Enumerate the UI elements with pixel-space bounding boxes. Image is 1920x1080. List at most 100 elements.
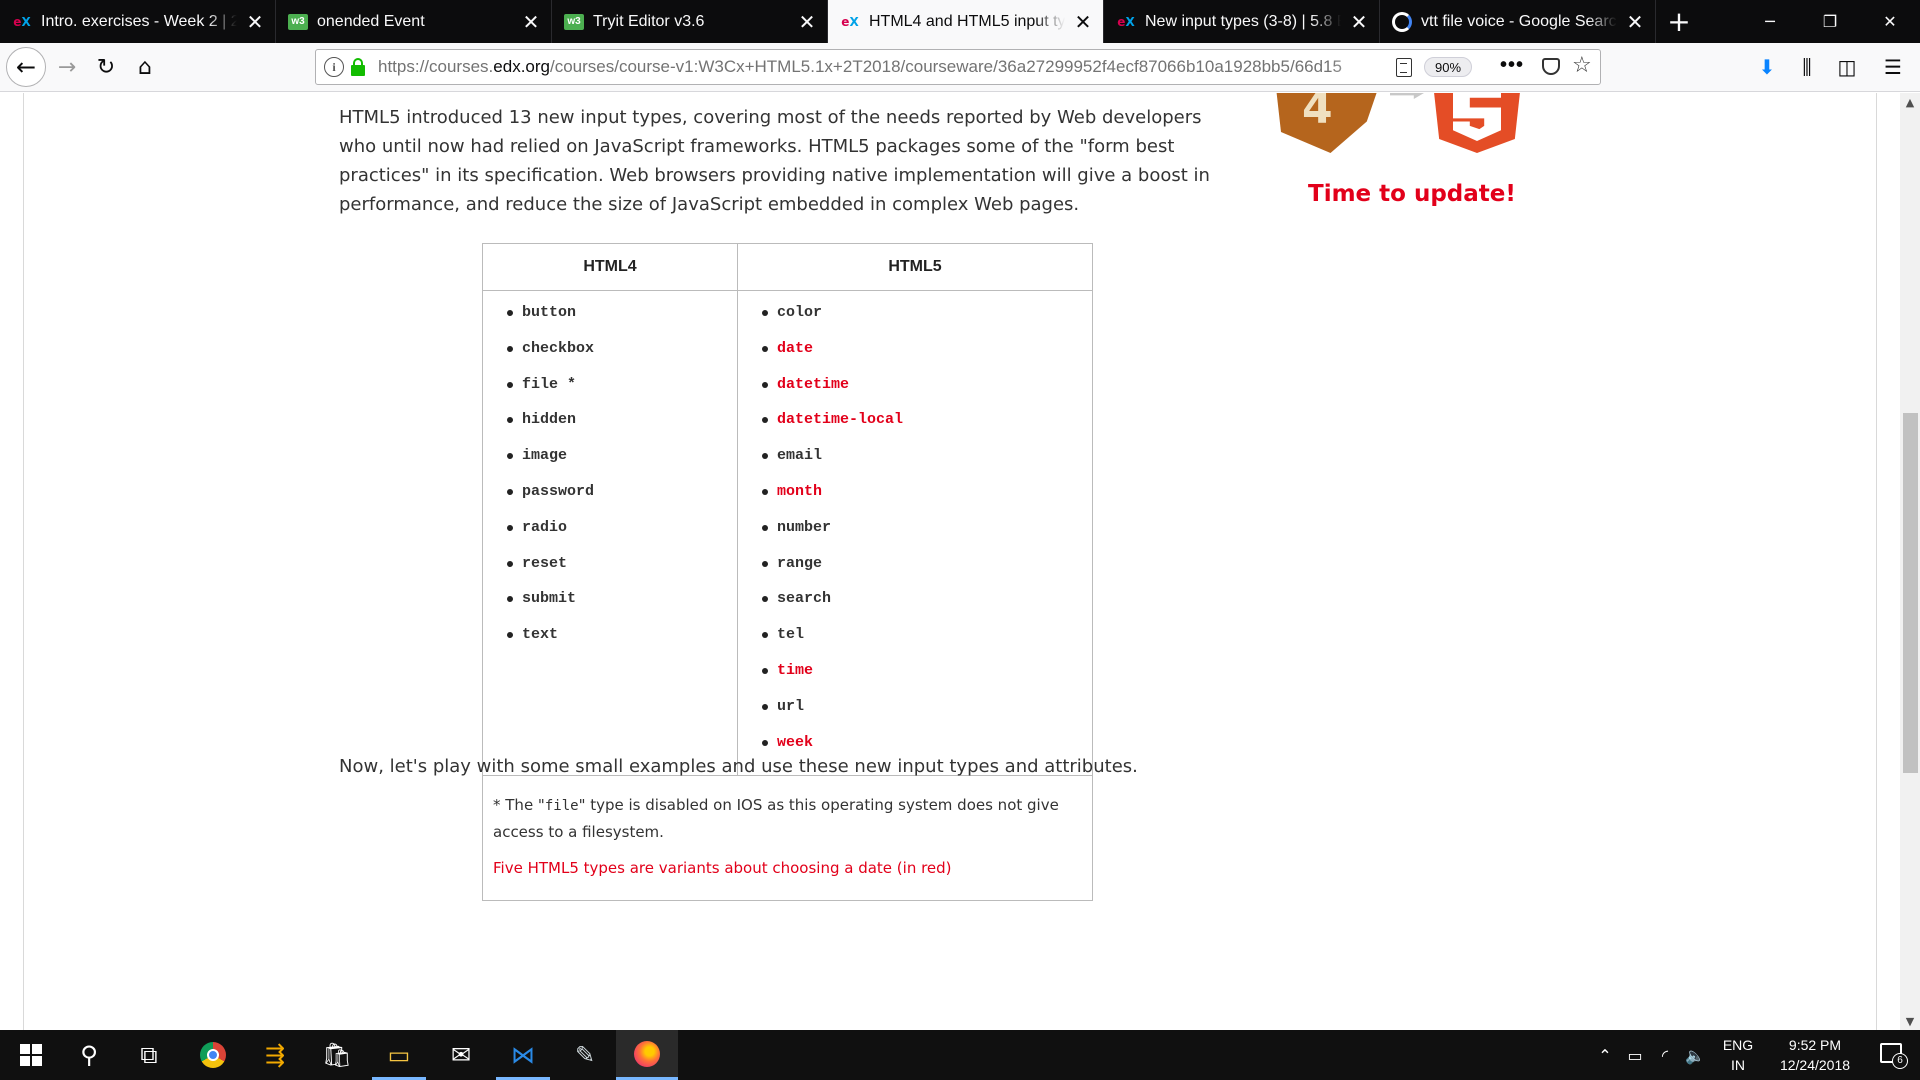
html5-types-cell: color date datetime datetime-local email mont… [738, 291, 1092, 775]
mail-icon[interactable]: ✉ [430, 1030, 492, 1080]
windows-taskbar: ⚲ ⧉ ⇶ 🛍 ▭ ✉ ⋈ ✎ ⌃ ▭ ◜ 🔈 ENG IN 9:52 PM 12/… [0, 1030, 1920, 1080]
tab-onended-event[interactable]: w3 onended Event ✕ [276, 0, 552, 43]
restore-icon[interactable]: ❐ [1800, 0, 1860, 43]
forward-button[interactable]: → [50, 50, 84, 84]
table-body-row: button checkbox file * hidden image password r… [483, 291, 1092, 776]
html4-type-item: submit [507, 589, 737, 625]
sidebar-icon[interactable]: ◫ [1830, 50, 1864, 84]
close-tab-icon[interactable]: ✕ [245, 12, 265, 32]
vscode-icon[interactable]: ⋈ [492, 1030, 554, 1080]
tab-tryit-editor[interactable]: w3 Tryit Editor v3.6 ✕ [552, 0, 828, 43]
volume-icon[interactable]: 🔈 [1680, 1030, 1710, 1080]
tab-new-input-types[interactable]: eX New input types (3-8) | 5.8 Exe ✕ [1104, 0, 1380, 43]
task-view-icon[interactable]: ⧉ [118, 1030, 180, 1080]
w3schools-icon: w3 [288, 13, 308, 30]
html5-type-item: date [762, 339, 1092, 375]
scroll-down-icon[interactable]: ▼ [1900, 1012, 1920, 1030]
paint-icon[interactable]: ✎ [554, 1030, 616, 1080]
tab-intro-exercises[interactable]: eX Intro. exercises - Week 2 | 2.6 E ✕ [0, 0, 276, 43]
html4-type-item: image [507, 446, 737, 482]
html5-type-item: email [762, 446, 1092, 482]
back-button[interactable]: ← [6, 47, 46, 87]
html5-types-list: color date datetime datetime-local email mont… [762, 303, 1092, 768]
file-explorer-icon[interactable]: ▭ [368, 1030, 430, 1080]
html4-type-item: hidden [507, 410, 737, 446]
app-icon-yellow[interactable]: ⇶ [244, 1030, 306, 1080]
minimize-icon[interactable]: ─ [1740, 0, 1800, 43]
store-icon[interactable]: 🛍 [306, 1030, 368, 1080]
page-actions-icon[interactable]: ••• [1500, 54, 1524, 77]
system-tray: ⌃ ▭ ◜ 🔈 ENG IN 9:52 PM 12/24/2018 6 [1590, 1030, 1920, 1080]
address-bar[interactable]: i https://courses.edx.org/courses/course… [315, 49, 1601, 85]
menu-icon[interactable]: ☰ [1876, 50, 1910, 84]
windows-logo-icon [20, 1044, 42, 1066]
pocket-icon[interactable] [1542, 58, 1560, 75]
tab-title: vtt file voice - Google Search [1421, 12, 1617, 30]
downloads-icon[interactable]: ⬇ [1750, 50, 1784, 84]
battery-icon[interactable]: ▭ [1620, 1030, 1650, 1080]
reload-button[interactable]: ↻ [89, 50, 123, 84]
language-indicator[interactable]: ENG IN [1718, 1035, 1758, 1075]
close-tab-icon[interactable]: ✕ [1625, 12, 1645, 32]
action-center-icon[interactable]: 6 [1880, 1043, 1908, 1069]
outro-paragraph: Now, let's play with some small examples… [339, 756, 1138, 777]
html5-type-item: color [762, 303, 1092, 339]
home-button[interactable]: ⌂ [128, 50, 162, 84]
edx-icon: eX [13, 14, 31, 29]
new-tab-button[interactable]: + [1656, 0, 1702, 43]
header-html4: HTML4 [483, 244, 738, 290]
close-tab-icon[interactable]: ✕ [521, 12, 541, 32]
html4-type-item: text [507, 625, 737, 661]
library-icon[interactable]: ⫼ [1790, 50, 1824, 84]
table-footnote: * The "file" type is disabled on IOS as … [483, 776, 1092, 900]
content-border-left [23, 93, 24, 1030]
tab-title: Tryit Editor v3.6 [593, 12, 705, 30]
close-tab-icon[interactable]: ✕ [1349, 12, 1369, 32]
table-header-row: HTML4 HTML5 [483, 244, 1092, 291]
tab-title: onended Event [317, 12, 425, 30]
clock[interactable]: 9:52 PM 12/24/2018 [1770, 1035, 1860, 1075]
close-tab-icon[interactable]: ✕ [797, 12, 817, 32]
header-html5: HTML5 [888, 258, 942, 275]
tab-title: Intro. exercises - Week 2 | 2.6 E [41, 12, 237, 30]
tab-title: HTML4 and HTML5 input types [869, 12, 1065, 30]
tab-title: New input types (3-8) | 5.8 Exe [1145, 12, 1341, 30]
scroll-up-icon[interactable]: ▲ [1900, 93, 1920, 111]
w3schools-icon: w3 [564, 13, 584, 30]
chevron-up-icon[interactable]: ⌃ [1590, 1030, 1620, 1080]
bookmark-star-icon[interactable]: ☆ [1572, 53, 1592, 78]
firefox-icon[interactable] [616, 1030, 678, 1080]
html4-type-item: button [507, 303, 737, 339]
edx-icon: eX [1117, 14, 1135, 29]
html5-type-item: month [762, 482, 1092, 518]
input-types-table: HTML4 HTML5 button checkbox file * hidden im… [482, 243, 1093, 901]
scrollbar-thumb[interactable] [1903, 413, 1918, 773]
wifi-icon[interactable]: ◜ [1650, 1030, 1680, 1080]
html4-type-item: radio [507, 518, 737, 554]
html5-type-item: url [762, 697, 1092, 733]
page-scrollbar[interactable]: ▲ ▼ [1900, 93, 1920, 1030]
close-tab-icon[interactable]: ✕ [1073, 12, 1093, 32]
site-info-icon[interactable]: i [324, 57, 344, 77]
html5-type-item: datetime-local [762, 410, 1092, 446]
tab-google-search[interactable]: vtt file voice - Google Search ✕ [1380, 0, 1656, 43]
reader-view-icon[interactable] [1396, 58, 1412, 77]
chrome-icon[interactable] [182, 1030, 244, 1080]
search-icon[interactable]: ⚲ [58, 1030, 120, 1080]
edx-icon: eX [841, 14, 859, 29]
intro-paragraph: HTML5 introduced 13 new input types, cov… [339, 107, 1210, 215]
close-window-icon[interactable]: ✕ [1860, 0, 1920, 43]
start-button[interactable] [0, 1030, 62, 1080]
html5-type-item: search [762, 589, 1092, 625]
lock-icon[interactable] [351, 58, 365, 76]
html5-type-item: time [762, 661, 1092, 697]
html5-type-item: tel [762, 625, 1092, 661]
file-footnote: * The "file" type is disabled on IOS as … [493, 796, 1059, 841]
html4-types-cell: button checkbox file * hidden image password r… [483, 291, 738, 775]
html4-type-item: file * [507, 375, 737, 411]
zoom-level-badge[interactable]: 90% [1424, 57, 1472, 77]
html4-logo: 4 [1275, 93, 1380, 153]
url-text[interactable]: https://courses.edx.org/courses/course-v… [378, 57, 1390, 77]
tab-html-input-types[interactable]: eX HTML4 and HTML5 input types ✕ [828, 0, 1104, 43]
tab-strip: eX Intro. exercises - Week 2 | 2.6 E ✕ w… [0, 0, 1920, 43]
